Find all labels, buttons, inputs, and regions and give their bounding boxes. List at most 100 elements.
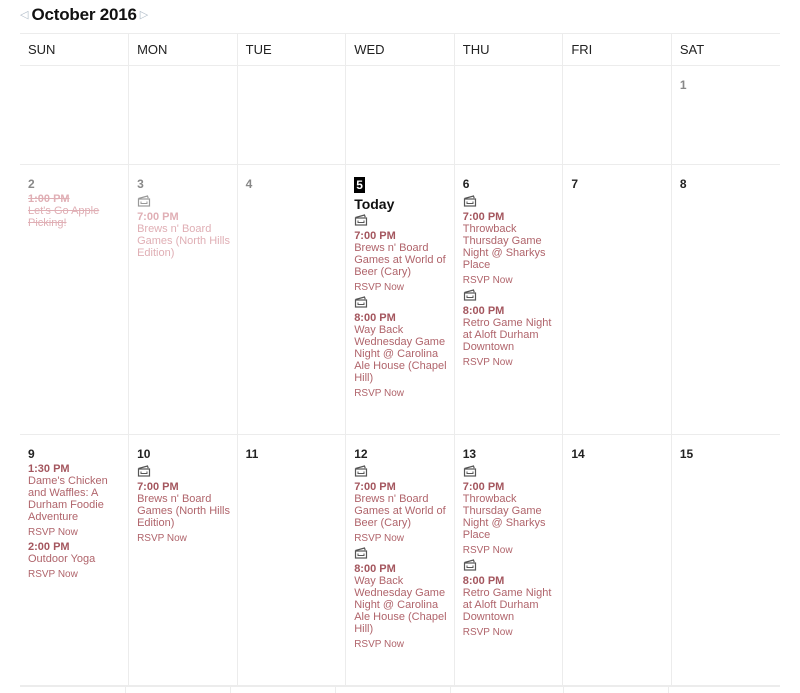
day-cell[interactable]: 10 7:00 PM Brews n' Board Games (North Hil…	[128, 434, 238, 687]
calendar-event[interactable]: 7:00 PM Throwback Thursday Game Night @ S…	[463, 195, 557, 286]
rsvp-link[interactable]: RSVP Now	[28, 569, 78, 580]
day-cell[interactable]: 2 1:00 PM Let's Go Apple Picking!	[20, 164, 129, 435]
calendar-event[interactable]: 7:00 PM Brews n' Board Games at World of …	[354, 465, 448, 544]
day-cell[interactable]: 12 7:00 PM Brews n' Board Games at World o…	[345, 434, 455, 687]
day-cell[interactable]: 15	[670, 434, 780, 687]
event-title[interactable]: Retro Game Night at Aloft Durham Downtow…	[463, 587, 557, 623]
event-title[interactable]: Brews n' Board Games (North Hills Editio…	[137, 493, 231, 529]
event-title[interactable]: Brews n' Board Games (North Hills Editio…	[137, 223, 231, 259]
event-time: 7:00 PM	[354, 230, 396, 242]
day-cell[interactable]: 8	[670, 164, 780, 435]
event-title[interactable]: Retro Game Night at Aloft Durham Downtow…	[463, 317, 557, 353]
day-number: 9	[28, 447, 35, 461]
grid-column-line	[335, 686, 336, 693]
day-cell[interactable]: 5 Today 7:00 PM Brews n' Board Games at Wor…	[345, 164, 455, 435]
day-number: 13	[462, 447, 477, 461]
calendar-event[interactable]: 2:00 PM Outdoor Yoga RSVP Now	[28, 541, 122, 580]
day-cell[interactable]: 7	[562, 164, 672, 435]
rsvp-link[interactable]: RSVP Now	[354, 282, 404, 293]
rsvp-link[interactable]: RSVP Now	[463, 275, 513, 286]
day-cell[interactable]	[20, 65, 129, 165]
day-cell[interactable]	[562, 65, 672, 165]
rsvp-link[interactable]: RSVP Now	[463, 545, 513, 556]
event-time: 1:00 PM	[28, 193, 70, 205]
ticket-icon	[463, 465, 476, 477]
week-row: 9 1:30 PM Dame's Chicken and Waffles: A Du…	[20, 434, 780, 687]
day-cell[interactable]: 11	[236, 434, 346, 687]
today-label: Today	[354, 196, 395, 212]
day-number: 4	[245, 177, 253, 191]
day-cell[interactable]: 3 7:00 PM Brews n' Board Games (North Hill…	[128, 164, 238, 435]
day-cell[interactable]	[236, 65, 346, 165]
rsvp-link[interactable]: RSVP Now	[354, 639, 404, 650]
month-title: October 2016	[31, 5, 137, 24]
calendar-event[interactable]: 1:00 PM Let's Go Apple Picking!	[28, 193, 122, 229]
ticket-icon	[355, 296, 368, 308]
event-title[interactable]: Brews n' Board Games at World of Beer (C…	[354, 493, 448, 529]
day-number: 7	[571, 177, 578, 191]
grid-column-line	[668, 686, 669, 693]
event-time: 7:00 PM	[462, 211, 505, 223]
event-title[interactable]: Brews n' Board Games at World of Beer (C…	[354, 242, 448, 278]
event-title[interactable]: Let's Go Apple Picking!	[28, 205, 122, 229]
event-time: 8:00 PM	[354, 563, 396, 575]
grid-column-line	[450, 686, 451, 693]
day-number: 3	[137, 177, 144, 191]
calendar-event[interactable]: 8:00 PM Retro Game Night at Aloft Durham …	[463, 559, 557, 638]
grid-column-line	[230, 686, 231, 693]
rsvp-link[interactable]: RSVP Now	[137, 533, 187, 544]
day-number: 6	[462, 177, 470, 191]
rsvp-link[interactable]: RSVP Now	[354, 533, 404, 544]
calendar-event[interactable]: 8:00 PM Way Back Wednesday Game Night @ C…	[354, 296, 448, 399]
day-number: 2	[28, 177, 35, 191]
day-cell[interactable]: 1	[670, 65, 780, 165]
rsvp-link[interactable]: RSVP Now	[354, 388, 404, 399]
day-cell[interactable]: 13 7:00 PM Throwback Thursday Game Night @…	[453, 434, 563, 687]
week-row: 2 1:00 PM Let's Go Apple Picking! 3 7:00 PM B…	[20, 164, 780, 435]
event-time: 8:00 PM	[462, 305, 505, 317]
event-title[interactable]: Throwback Thursday Game Night @ Sharkys …	[463, 223, 557, 271]
day-cell[interactable]: 14	[562, 434, 672, 687]
day-cell[interactable]	[345, 65, 455, 165]
rsvp-link[interactable]: RSVP Now	[463, 627, 513, 638]
day-number: 15	[679, 447, 694, 461]
day-cell[interactable]: 9 1:30 PM Dame's Chicken and Waffles: A Du…	[20, 434, 129, 687]
ticket-icon	[355, 465, 368, 477]
weekday-sun: SUN	[20, 33, 129, 66]
prev-month-button[interactable]: ◁	[20, 9, 28, 21]
calendar-event[interactable]: 7:00 PM Brews n' Board Games (North Hills…	[137, 465, 231, 544]
day-number: 14	[571, 447, 585, 461]
day-cell[interactable]	[453, 65, 563, 165]
week-row: 1	[20, 65, 780, 165]
weekday-sat: SAT	[670, 33, 780, 66]
day-cell[interactable]: 4	[236, 164, 346, 435]
ticket-icon	[137, 465, 151, 477]
calendar-event[interactable]: 1:30 PM Dame's Chicken and Waffles: A Dur…	[28, 463, 122, 538]
calendar-event[interactable]: 8:00 PM Retro Game Night at Aloft Durham …	[463, 289, 557, 368]
event-time: 1:30 PM	[28, 463, 70, 475]
grid-column-line	[563, 686, 564, 693]
event-title[interactable]: Dame's Chicken and Waffles: A Durham Foo…	[28, 475, 122, 523]
next-month-button[interactable]: ▷	[140, 9, 148, 21]
day-cell[interactable]	[128, 65, 238, 165]
rsvp-link[interactable]: RSVP Now	[463, 357, 513, 368]
event-title[interactable]: Throwback Thursday Game Night @ Sharkys …	[463, 493, 557, 541]
day-cell[interactable]: 6 7:00 PM Throwback Thursday Game Night @ …	[453, 164, 563, 435]
event-title[interactable]: Way Back Wednesday Game Night @ Carolina…	[354, 324, 448, 384]
calendar-header: ◁ October 2016 ▷	[20, 2, 148, 28]
weekday-mon: MON	[128, 33, 238, 66]
calendar-event[interactable]: 7:00 PM Throwback Thursday Game Night @ S…	[463, 465, 557, 556]
day-number: 5	[354, 177, 365, 193]
grid-bottom-line	[20, 685, 780, 686]
calendar-event[interactable]: 7:00 PM Brews n' Board Games at World of …	[354, 214, 448, 293]
event-title[interactable]: Outdoor Yoga	[28, 553, 122, 565]
event-time: 8:00 PM	[462, 575, 505, 587]
event-title[interactable]: Way Back Wednesday Game Night @ Carolina…	[354, 575, 448, 635]
rsvp-link[interactable]: RSVP Now	[28, 527, 78, 538]
weekday-tue: TUE	[236, 33, 346, 66]
ticket-icon	[463, 289, 476, 301]
calendar-event[interactable]: 7:00 PM Brews n' Board Games (North Hills…	[137, 195, 231, 259]
calendar-grid: SUN MON TUE WED THU FRI SAT 1 2 1:00 PM Let…	[20, 33, 780, 687]
ticket-icon	[355, 214, 368, 226]
calendar-event[interactable]: 8:00 PM Way Back Wednesday Game Night @ C…	[354, 547, 448, 650]
